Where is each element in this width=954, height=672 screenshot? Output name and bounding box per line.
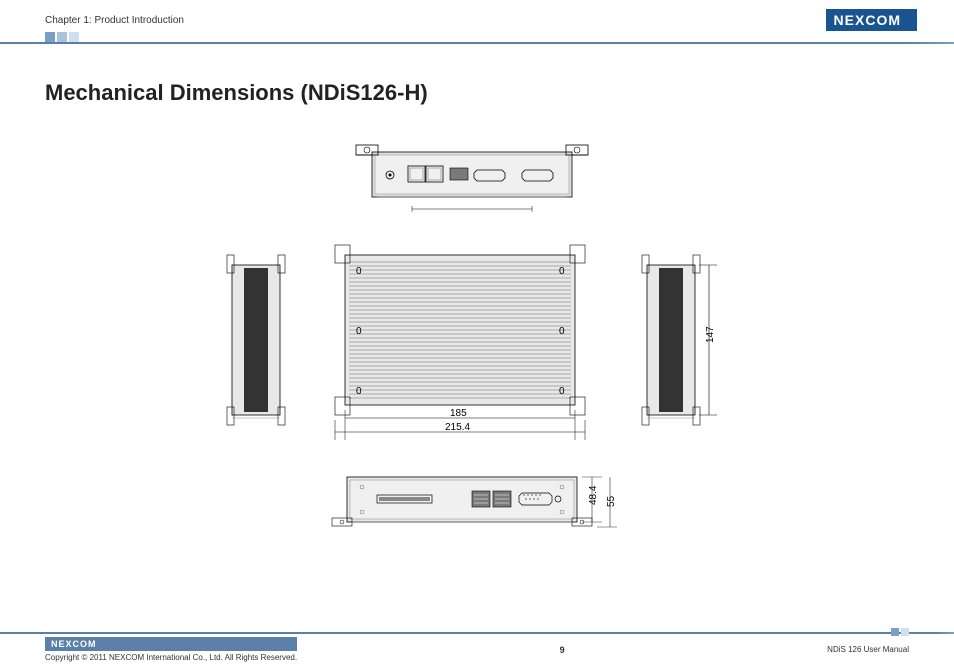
- header-decoration: [45, 32, 79, 42]
- svg-text:147: 147: [705, 326, 716, 343]
- footer-logo: NEXCOM: [45, 637, 297, 651]
- page-number: 9: [560, 645, 565, 655]
- top-view: 0 0 0 0 0 0 185 215.4: [327, 240, 607, 455]
- brand-logo: NEXCOM: [826, 9, 909, 31]
- svg-text:0: 0: [356, 266, 362, 277]
- front-view: 48.4 55: [317, 465, 637, 550]
- svg-text:0: 0: [356, 326, 362, 337]
- right-side-view: 147: [637, 250, 732, 445]
- page-title: Mechanical Dimensions (NDiS126-H): [45, 80, 428, 106]
- svg-text:0: 0: [559, 386, 565, 397]
- svg-text:185: 185: [450, 408, 467, 419]
- footer-decoration: [891, 628, 909, 636]
- header-rule: [0, 42, 954, 44]
- left-side-view: [222, 250, 297, 445]
- svg-text:48.4: 48.4: [588, 485, 599, 505]
- svg-text:55: 55: [606, 495, 617, 507]
- svg-text:0: 0: [356, 386, 362, 397]
- footer-rule: [0, 632, 954, 634]
- svg-text:0: 0: [559, 326, 565, 337]
- rear-view: [342, 130, 612, 230]
- copyright: Copyright © 2011 NEXCOM International Co…: [45, 653, 297, 662]
- svg-text:215.4: 215.4: [445, 422, 470, 433]
- svg-text:0: 0: [559, 266, 565, 277]
- manual-name: NDiS 126 User Manual: [827, 645, 909, 654]
- chapter-title: Chapter 1: Product Introduction: [45, 15, 184, 26]
- diagram-area: 0 0 0 0 0 0 185 215.4 147 48.4 55: [0, 125, 954, 622]
